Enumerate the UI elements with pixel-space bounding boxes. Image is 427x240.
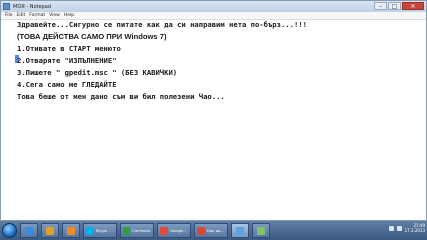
menu-view[interactable]: View	[49, 13, 60, 18]
close-button[interactable]: ✕	[402, 2, 424, 10]
taskbar-item-notepad[interactable]	[231, 223, 249, 238]
menu-file[interactable]: File	[5, 13, 13, 18]
explorer-icon	[25, 226, 33, 235]
minimize-button[interactable]: –	[374, 2, 387, 10]
text-line: Това беше от мен дано съм ви бил полезен…	[17, 92, 225, 101]
taskbar-item-label: Как да...	[207, 228, 225, 233]
notepad-icon	[236, 226, 244, 235]
taskbar-item[interactable]: Skype - ...	[83, 223, 117, 238]
clock[interactable]: 21:09 17.3.2013	[405, 223, 425, 233]
maximize-button[interactable]: □	[388, 2, 401, 10]
chrome-icon	[160, 226, 168, 235]
menu-bar: File Edit Format View Help	[1, 12, 426, 20]
window-title: МОЯ - Notepad	[13, 3, 51, 10]
taskbar: Skype - ... Camtasia... Google... Как да…	[0, 221, 427, 240]
menu-edit[interactable]: Edit	[17, 13, 26, 18]
taskbar-item[interactable]	[252, 223, 270, 238]
media-player-icon	[67, 226, 75, 235]
system-tray: 21:09 17.3.2013	[388, 223, 425, 233]
text-line: 1.Отивате в СТАРТ менюто	[17, 44, 121, 53]
text-line: 3.Пишете " gpedit.msc " (БЕЗ КАВИЧКИ)	[17, 68, 178, 77]
taskbar-item[interactable]: Google...	[157, 223, 191, 238]
notepad-window: МОЯ - Notepad – □ ✕ File Edit Format Vie…	[0, 0, 427, 221]
folder-icon	[46, 226, 54, 235]
skype-icon	[86, 226, 94, 235]
taskbar-item-label: Google...	[170, 228, 188, 233]
taskbar-item[interactable]: Camtasia...	[120, 223, 154, 238]
start-button[interactable]	[2, 223, 17, 238]
volume-icon[interactable]	[396, 225, 402, 231]
text-line: 4.Сега само ме ГЛЕДАЙТЕ	[17, 80, 117, 89]
browser-icon	[197, 226, 205, 235]
title-bar[interactable]: МОЯ - Notepad – □ ✕	[1, 1, 426, 12]
app-icon	[257, 226, 265, 235]
taskbar-item[interactable]: Как да...	[194, 223, 228, 238]
text-line: Здравейте...Сигурно се питате как да си …	[17, 20, 307, 29]
notepad-icon	[3, 3, 10, 10]
menu-format[interactable]: Format	[29, 13, 45, 18]
text-line: (ТОВА ДЕЙСТВА САМО ПРИ Windows 7)	[17, 32, 167, 41]
taskbar-item-label: Skype - ...	[95, 228, 114, 233]
camtasia-icon	[123, 226, 131, 235]
window-controls: – □ ✕	[374, 2, 424, 10]
menu-help[interactable]: Help	[64, 13, 74, 18]
taskbar-item[interactable]	[20, 223, 38, 238]
clock-date: 17.3.2013	[404, 228, 425, 233]
taskbar-item[interactable]	[41, 223, 59, 238]
taskbar-item[interactable]	[62, 223, 80, 238]
text-line: 2.Отваряте "ИЗПЪЛНЕНИЕ"	[17, 56, 117, 65]
taskbar-item-label: Camtasia...	[132, 228, 151, 233]
text-editor[interactable]: Здравейте...Сигурно се питате как да си …	[1, 20, 426, 220]
network-icon[interactable]	[388, 225, 394, 231]
